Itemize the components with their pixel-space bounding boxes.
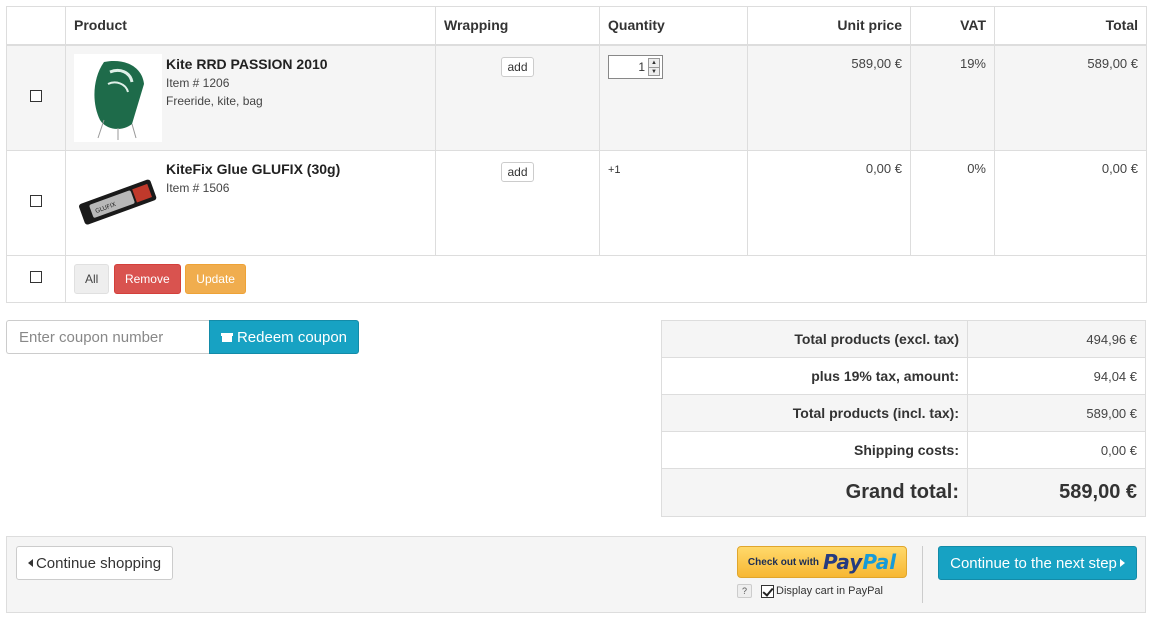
- quantity-spinner[interactable]: ▲ ▼: [648, 57, 660, 76]
- help-icon[interactable]: ?: [737, 584, 752, 598]
- product-item-number: Item # 1506: [166, 180, 230, 195]
- total-incl-tax-value: 589,00 €: [967, 394, 1146, 432]
- shipping-costs-label: Shipping costs:: [661, 431, 968, 469]
- spinner-down-icon[interactable]: ▼: [649, 66, 659, 76]
- product-image-glue[interactable]: GLUFIX: [74, 158, 162, 247]
- product-cell: GLUFIX KiteFix Glue GLUFIX (30g) Item # …: [65, 149, 436, 256]
- quantity-stepper[interactable]: 1 ▲ ▼: [608, 54, 663, 79]
- quantity-value: +1: [608, 163, 621, 176]
- grand-total-value: 589,00 €: [967, 468, 1146, 517]
- totals-row: Shipping costs: 0,00 €: [661, 431, 1146, 469]
- redeem-coupon-label: Redeem coupon: [236, 328, 348, 346]
- tax-amount-label: plus 19% tax, amount:: [661, 357, 968, 395]
- cart-header-row: Product Wrapping Quantity Unit price VAT…: [6, 6, 1147, 46]
- add-wrapping-button[interactable]: add: [501, 161, 534, 182]
- header-unit-price: Unit price: [747, 6, 911, 46]
- wrapping-cell: add: [435, 44, 600, 151]
- glue-tube-icon: GLUFIX: [74, 158, 162, 247]
- cart-actions: All Remove Update: [65, 254, 1147, 303]
- product-item-number: Item # 1206: [166, 75, 230, 90]
- header-wrapping: Wrapping: [435, 6, 600, 46]
- total-excl-tax-label: Total products (excl. tax): [661, 320, 968, 358]
- footer-divider: [922, 546, 923, 603]
- remove-button[interactable]: Remove: [113, 263, 181, 294]
- row-select-cell: [6, 44, 66, 151]
- coupon-form: Redeem coupon: [6, 320, 359, 354]
- quantity-value: 1: [638, 59, 645, 74]
- product-name[interactable]: KiteFix Glue GLUFIX (30g): [166, 161, 340, 177]
- vat-rate: 19%: [910, 44, 995, 151]
- caret-right-icon: [1119, 559, 1125, 567]
- kite-icon: [74, 53, 162, 142]
- grand-total-row: Grand total: 589,00 €: [661, 468, 1146, 517]
- wrapping-cell: add: [435, 149, 600, 256]
- display-cart-checkbox[interactable]: [761, 584, 774, 598]
- shipping-costs-value: 0,00 €: [967, 431, 1146, 469]
- table-row: GLUFIX KiteFix Glue GLUFIX (30g) Item # …: [6, 149, 1147, 256]
- unit-price: 0,00 €: [747, 149, 911, 256]
- quantity-cell: 1 ▲ ▼: [599, 44, 748, 151]
- header-quantity: Quantity: [599, 6, 748, 46]
- unit-price: 589,00 €: [747, 44, 911, 151]
- header-product: Product: [65, 6, 436, 46]
- caret-left-icon: [27, 559, 33, 567]
- paypal-checkout-button[interactable]: Check out with PayPal: [737, 546, 907, 578]
- select-all-checkbox[interactable]: [30, 271, 42, 283]
- cart-actions-row: All Remove Update: [6, 254, 1147, 303]
- display-cart-label: Display cart in PayPal: [776, 585, 883, 597]
- paypal-logo-pal: Pal: [862, 550, 897, 574]
- total-incl-tax-label: Total products (incl. tax):: [661, 394, 968, 432]
- paypal-checkout-label: Check out with: [747, 556, 820, 568]
- continue-shopping-button[interactable]: Continue shopping: [16, 546, 173, 580]
- paypal-options: ? Display cart in PayPal: [737, 584, 883, 598]
- next-step-button[interactable]: Continue to the next step: [938, 546, 1137, 580]
- checkout-footer: Continue shopping Check out with PayPal …: [6, 536, 1146, 613]
- coupon-input[interactable]: [6, 320, 209, 354]
- spinner-up-icon[interactable]: ▲: [649, 59, 659, 67]
- select-all-cell: [6, 254, 66, 303]
- order-totals: Total products (excl. tax) 494,96 € plus…: [661, 320, 1146, 517]
- vat-rate: 0%: [910, 149, 995, 256]
- row-total: 589,00 €: [994, 44, 1147, 151]
- cart-table: Product Wrapping Quantity Unit price VAT…: [6, 6, 1147, 303]
- gift-icon: [220, 331, 233, 343]
- paypal-logo-pay: Pay: [823, 550, 863, 574]
- row-select-checkbox[interactable]: [30, 195, 42, 207]
- tax-amount-value: 94,04 €: [967, 357, 1146, 395]
- continue-shopping-label: Continue shopping: [35, 554, 162, 572]
- product-image-kite[interactable]: [74, 53, 162, 142]
- update-button[interactable]: Update: [185, 263, 246, 294]
- header-select: [6, 6, 66, 46]
- quantity-cell: +1: [599, 149, 748, 256]
- next-step-label: Continue to the next step: [950, 554, 1117, 572]
- row-total: 0,00 €: [994, 149, 1147, 256]
- select-all-button[interactable]: All: [74, 263, 110, 294]
- total-excl-tax-value: 494,96 €: [967, 320, 1146, 358]
- row-select-checkbox[interactable]: [30, 90, 42, 102]
- grand-total-label: Grand total:: [661, 468, 968, 517]
- totals-row: plus 19% tax, amount: 94,04 €: [661, 357, 1146, 395]
- header-total: Total: [994, 6, 1147, 46]
- add-wrapping-button[interactable]: add: [501, 56, 534, 77]
- product-tags: Freeride, kite, bag: [166, 93, 263, 108]
- paypal-logo: PayPal: [823, 550, 896, 574]
- row-select-cell: [6, 149, 66, 256]
- redeem-coupon-button[interactable]: Redeem coupon: [209, 320, 359, 354]
- product-cell: Kite RRD PASSION 2010 Item # 1206 Freeri…: [65, 44, 436, 151]
- product-name[interactable]: Kite RRD PASSION 2010: [166, 56, 328, 72]
- header-vat: VAT: [910, 6, 995, 46]
- totals-row: Total products (excl. tax) 494,96 €: [661, 320, 1146, 358]
- table-row: Kite RRD PASSION 2010 Item # 1206 Freeri…: [6, 44, 1147, 151]
- totals-row: Total products (incl. tax): 589,00 €: [661, 394, 1146, 432]
